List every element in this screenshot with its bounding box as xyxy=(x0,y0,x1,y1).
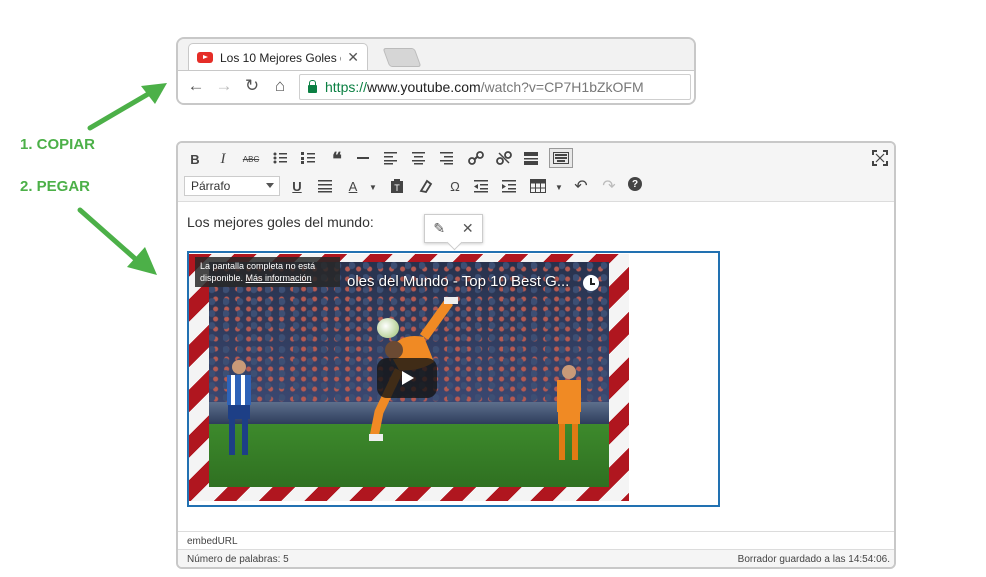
url-scheme: https:// xyxy=(325,79,368,95)
fullscreen-notice: La pantalla completa no está disponible.… xyxy=(195,257,340,287)
copy-arrow-icon xyxy=(87,83,167,131)
editor-toolbar: B I ABC ❝ Párrafo U A ▼ T Ω ▼ ↶ ↷ ? xyxy=(178,143,894,202)
toolbar-toggle-button[interactable] xyxy=(549,148,573,168)
blockquote-icon[interactable]: ❝ xyxy=(328,149,346,169)
underline-icon[interactable]: U xyxy=(288,176,306,196)
chevron-down-icon xyxy=(266,183,274,188)
bold-button[interactable]: B xyxy=(186,149,204,169)
italic-button[interactable]: I xyxy=(214,149,232,169)
info-bar: Número de palabras: 5 Borrador guardado … xyxy=(178,549,894,567)
url-text: https://www.youtube.com/watch?v=CP7H1bZk… xyxy=(325,79,644,95)
url-path: /watch?v=CP7H1bZkOFM xyxy=(480,79,644,95)
embed-selection[interactable]: oles del Mundo - Top 10 Best G... ➦ La p… xyxy=(187,251,720,507)
ball xyxy=(377,318,399,338)
editor-statusbar: embedURL Número de palabras: 5 Borrador … xyxy=(178,531,894,567)
word-count: Número de palabras: 5 xyxy=(187,554,289,565)
forward-icon[interactable]: → xyxy=(214,76,234,96)
new-tab-button[interactable] xyxy=(382,48,422,67)
tab-title: Los 10 Mejores Goles del xyxy=(220,50,341,65)
address-bar[interactable]: https://www.youtube.com/watch?v=CP7H1bZk… xyxy=(299,74,691,100)
help-icon[interactable]: ? xyxy=(628,177,642,191)
numbered-list-icon[interactable] xyxy=(300,151,318,171)
youtube-icon xyxy=(197,52,213,63)
play-button[interactable] xyxy=(377,358,437,398)
url-host: www.youtube.com xyxy=(367,79,481,95)
back-icon[interactable]: ← xyxy=(186,76,206,96)
undo-icon[interactable]: ↶ xyxy=(572,176,590,196)
intro-text: Los mejores goles del mundo: xyxy=(187,214,374,230)
fullscreen-icon[interactable] xyxy=(872,150,890,170)
text-color-chevron-icon[interactable]: ▼ xyxy=(364,177,382,197)
horizontal-rule-icon[interactable] xyxy=(356,151,374,171)
strikethrough-button[interactable]: ABC xyxy=(242,149,260,169)
element-path: embedURL xyxy=(178,531,894,550)
indent-icon[interactable] xyxy=(502,179,520,199)
more-info-link[interactable]: Más información xyxy=(246,273,312,283)
home-icon[interactable]: ⌂ xyxy=(270,76,290,96)
table-icon[interactable] xyxy=(530,179,548,199)
player-orange-standing xyxy=(557,365,581,460)
browser-window: Los 10 Mejores Goles del ✕ ← → ↻ ⌂ https… xyxy=(176,37,696,105)
svg-text:T: T xyxy=(394,183,400,193)
reload-icon[interactable]: ↻ xyxy=(242,76,262,96)
editor-content[interactable]: Los mejores goles del mundo: ✎ ✕ oles de… xyxy=(178,202,894,531)
player-blue-white xyxy=(227,360,251,455)
paste-text-icon[interactable]: T xyxy=(390,179,408,199)
keyboard-icon xyxy=(553,152,569,164)
justify-icon[interactable] xyxy=(318,179,336,199)
clear-formatting-icon[interactable] xyxy=(418,179,436,199)
tab-close-icon[interactable]: ✕ xyxy=(347,49,359,66)
autosave-status: Borrador guardado a las 14:54:06. xyxy=(737,554,890,565)
read-more-icon[interactable] xyxy=(524,151,542,171)
table-chevron-icon[interactable]: ▼ xyxy=(550,177,568,197)
embed-toolbar: ✎ ✕ xyxy=(424,214,483,243)
lock-icon xyxy=(308,79,317,93)
step-paste-label: 2. PEGAR xyxy=(20,178,91,195)
step-copy-label: 1. COPIAR xyxy=(20,136,96,153)
special-character-icon[interactable]: Ω xyxy=(446,176,464,196)
align-right-icon[interactable] xyxy=(440,151,458,171)
tab-strip: Los 10 Mejores Goles del ✕ xyxy=(178,39,694,71)
align-center-icon[interactable] xyxy=(412,151,430,171)
remove-link-icon[interactable] xyxy=(496,150,514,170)
video-embed[interactable]: oles del Mundo - Top 10 Best G... ➦ La p… xyxy=(189,254,629,501)
edit-pencil-icon[interactable]: ✎ xyxy=(433,220,445,237)
insert-link-icon[interactable] xyxy=(468,150,486,170)
format-select-value: Párrafo xyxy=(191,179,231,193)
video-thumbnail: oles del Mundo - Top 10 Best G... ➦ xyxy=(209,262,609,487)
format-select[interactable]: Párrafo xyxy=(184,176,280,196)
align-left-icon[interactable] xyxy=(384,151,402,171)
paste-arrow-icon xyxy=(77,207,157,275)
clock-icon[interactable] xyxy=(583,275,599,291)
video-title: oles del Mundo - Top 10 Best G... xyxy=(347,273,570,290)
remove-embed-icon[interactable]: ✕ xyxy=(462,220,474,237)
outdent-icon[interactable] xyxy=(474,179,492,199)
nav-bar: ← → ↻ ⌂ https://www.youtube.com/watch?v=… xyxy=(178,70,694,103)
redo-icon[interactable]: ↷ xyxy=(600,176,618,196)
text-color-icon[interactable]: A xyxy=(344,176,362,196)
element-path-label[interactable]: embedURL xyxy=(187,536,238,547)
editor: B I ABC ❝ Párrafo U A ▼ T Ω ▼ ↶ ↷ ? Los … xyxy=(176,141,896,569)
browser-tab[interactable]: Los 10 Mejores Goles del ✕ xyxy=(188,43,368,71)
bullet-list-icon[interactable] xyxy=(272,151,290,171)
